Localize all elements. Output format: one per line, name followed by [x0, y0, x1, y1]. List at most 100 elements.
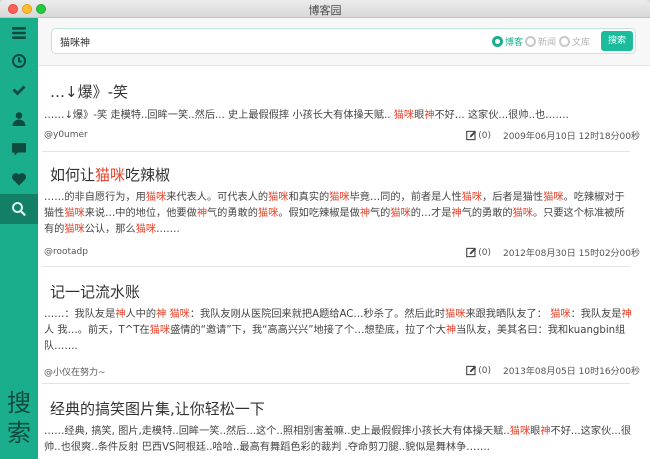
search-button[interactable]: 搜索 — [601, 31, 633, 51]
post-date: 2013年08月05日 10时16分00秒 — [502, 367, 640, 377]
text-segment: 不好... 这家伙...很帅..也……. — [434, 110, 569, 121]
keyword-highlight: 猫咪 — [393, 110, 415, 121]
post-date: 2009年06月10日 12时18分00秒 — [502, 132, 640, 142]
text-segment: ……经典, 搞笑, 图片,走模特..回眸一笑..然后...这个..照相别害羞嘛.… — [44, 426, 510, 437]
text-segment: 。假如吃辣椒是做 — [278, 208, 360, 220]
text-segment: 眼 — [530, 426, 541, 437]
post-title[interactable]: 记一记流水账 — [50, 281, 140, 302]
sidebar-item-user[interactable] — [0, 104, 38, 134]
text-segment: 来说…中的地位，他要做 — [84, 208, 197, 220]
radio-library-label: 文库 — [572, 38, 591, 48]
search-bar: 博客 新闻 文库 搜索 — [38, 18, 650, 66]
search-input[interactable] — [60, 33, 480, 50]
keyword-highlight: 猫咪 — [461, 192, 483, 203]
sidebar-item-menu[interactable] — [0, 18, 38, 48]
edit-icon — [466, 247, 477, 258]
radio-news[interactable]: 新闻 — [525, 35, 556, 48]
text-segment: 如何让 — [50, 166, 96, 184]
text-segment: 气的勇敢的 — [207, 208, 258, 220]
keyword-highlight: 猫咪 — [149, 325, 171, 337]
menu-icon — [12, 27, 26, 39]
keyword-highlight: 猫咪 — [268, 192, 289, 203]
sidebar-item-search[interactable] — [0, 194, 38, 224]
sidebar-item-comment[interactable] — [0, 134, 38, 164]
keyword-highlight: 猫咪 — [543, 192, 564, 203]
keyword-highlight: 猫咪 — [64, 208, 85, 220]
keyword-highlight: 猫咪 — [95, 166, 126, 184]
sidebar-item-heart[interactable] — [0, 164, 38, 194]
keyword-highlight: 猫咪 — [509, 426, 531, 437]
keyword-highlight: 猫咪 — [145, 192, 167, 203]
keyword-highlight: 神 — [359, 208, 370, 220]
radio-dot-icon — [492, 36, 503, 47]
keyword-highlight: 神 — [424, 110, 435, 121]
sidebar-item-clock[interactable] — [0, 46, 38, 76]
keyword-highlight: 猫咪 — [169, 309, 190, 320]
keyword-highlight: 神 — [621, 309, 632, 320]
comment-icon — [12, 143, 26, 156]
sidebar-item-check[interactable] — [0, 75, 38, 105]
search-result-item: 如何让猫咪吃辣椒 ……的非自愿行为，用猫咪来代表人。可代表人的猫咪和真实的猫咪毕… — [42, 152, 640, 267]
post-excerpt: ……：我队友是神人中的神 猫咪：我队友刚从医院回来就把A题给AC…秒杀了。然后此… — [44, 307, 632, 356]
keyword-highlight: 猫咪 — [64, 224, 85, 236]
keyword-highlight: 神 — [115, 309, 126, 320]
keyword-highlight: 神 — [156, 309, 167, 320]
radio-dot-icon — [525, 36, 536, 47]
sidebar-search-label-1: 搜 — [7, 389, 31, 417]
keyword-highlight: 猫咪 — [257, 208, 279, 220]
radio-library[interactable]: 文库 — [559, 35, 590, 48]
text-segment: 气的勇敢的 — [461, 208, 513, 220]
keyword-highlight: 神 — [196, 208, 207, 220]
post-title[interactable]: 经典的搞笑图片集,让你轻松一下 — [50, 398, 265, 419]
keyword-highlight: 神 — [445, 325, 457, 337]
search-icon — [12, 202, 26, 217]
keyword-highlight: 猫咪 — [390, 208, 411, 220]
edit-icon — [466, 365, 477, 376]
sidebar: 搜 索 — [0, 18, 38, 459]
title-bar: 博客园 — [0, 0, 650, 18]
search-result-item: 记一记流水账 ……：我队友是神人中的神 猫咪：我队友刚从医院回来就把A题给AC…… — [42, 267, 640, 384]
edit-icon — [466, 130, 477, 141]
keyword-highlight: 猫咪 — [135, 224, 157, 236]
text-segment: 来跟我晒队友了： — [465, 309, 551, 320]
post-title[interactable]: 如何让猫咪吃辣椒 — [50, 164, 170, 185]
radio-blog-label: 博客 — [505, 38, 524, 48]
text-segment: ，后者是猫性 — [482, 192, 544, 203]
check-icon — [12, 85, 26, 96]
text-segment: 经典的搞笑图片集,让你轻松一下 — [50, 400, 265, 418]
text-segment: ……↓爆》-笑 走模特..回眸一笑..然后... 史上最假假摔 小孩长大有体操天… — [44, 110, 394, 121]
post-author[interactable]: @y0umer — [44, 130, 88, 140]
text-segment: 毕竟…同的，前者是人性 — [349, 192, 462, 203]
post-title[interactable]: …↓爆》-笑 — [50, 81, 128, 102]
text-segment: 记一记流水账 — [50, 283, 141, 301]
comment-count: (0) — [478, 130, 491, 141]
search-result-item: …↓爆》-笑 ……↓爆》-笑 走模特..回眸一笑..然后... 史上最假假摔 小… — [42, 66, 640, 152]
text-segment: ……. — [156, 224, 180, 236]
text-segment: …↓爆》-笑 — [50, 83, 128, 101]
text-segment: ：我队友是 — [570, 309, 622, 320]
keyword-highlight: 猫咪 — [512, 208, 533, 220]
main-content: 博客 新闻 文库 搜索 …↓爆》-笑 ……↓爆》-笑 走模特..回眸一笑..然后… — [38, 18, 650, 459]
keyword-highlight: 神 — [451, 208, 462, 220]
post-author[interactable]: @小仪在努力~ — [44, 365, 106, 378]
post-author[interactable]: @rootadp — [44, 247, 88, 257]
heart-icon — [11, 173, 27, 186]
search-result-item: 经典的搞笑图片集,让你轻松一下 ……经典, 搞笑, 图片,走模特..回眸一笑..… — [42, 384, 631, 459]
keyword-highlight: 猫咪 — [445, 309, 466, 320]
post-excerpt: ……的非自愿行为，用猫咪来代表人。可代表人的猫咪和真实的猫咪毕竟…同的，前者是人… — [44, 190, 632, 239]
post-excerpt: ……↓爆》-笑 走模特..回眸一笑..然后... 史上最假假摔 小孩长大有体操天… — [44, 108, 632, 124]
radio-blog[interactable]: 博客 — [492, 35, 523, 48]
radio-dot-icon — [559, 36, 570, 47]
text-segment: 来代表人。可代表人的 — [166, 192, 269, 203]
text-segment: ：我队友刚从医院回来就把A题给AC…秒杀了。然后此时 — [189, 309, 446, 320]
post-meta: (0) 2012年08月30日 15时02分00秒 — [466, 246, 640, 259]
text-segment: 眼 — [414, 110, 425, 121]
window-title: 博客园 — [308, 4, 342, 17]
keyword-highlight: 神 — [540, 426, 551, 437]
keyword-highlight: 猫咪 — [329, 192, 350, 203]
text-segment: 人 我…。前天，T^T在 — [44, 325, 150, 337]
text-segment: 和真实的 — [288, 192, 330, 203]
clock-icon — [12, 54, 26, 68]
text-segment: 的…才是 — [410, 208, 452, 220]
text-segment: ……：我队友是 — [44, 309, 116, 320]
